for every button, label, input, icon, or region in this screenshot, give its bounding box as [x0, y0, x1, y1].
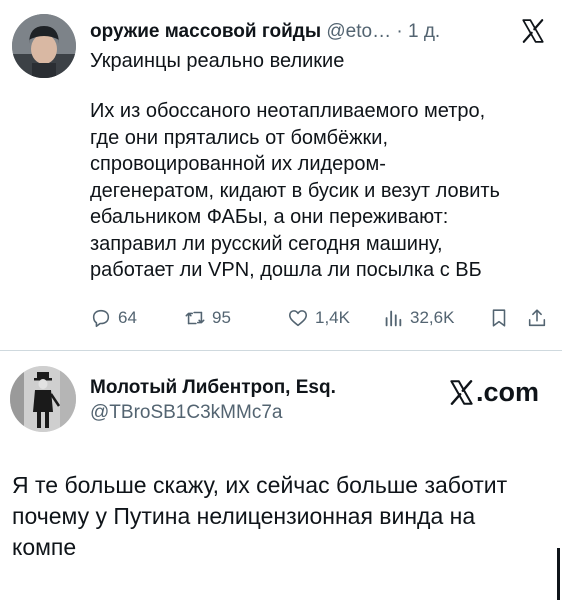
views-button[interactable]: 32,6K: [382, 304, 454, 332]
tweet-body-line: ебальником ФАБы, а они переживают:: [90, 206, 449, 228]
bookmark-button[interactable]: [488, 304, 510, 332]
reply-body-line: почему у Путина нелицензионная винда на: [12, 503, 476, 529]
avatar-image: [10, 366, 76, 432]
tweet-actions: 64 95 1,4K 32,6K: [90, 304, 550, 332]
author-name[interactable]: оружие массовой гойды: [90, 21, 321, 42]
views-icon: [385, 310, 402, 327]
tweet-card: оружие массовой гойды @eto… · 1 д. Украи…: [0, 0, 562, 350]
views-count: 32,6K: [410, 308, 455, 327]
bookmark-icon: [492, 309, 506, 327]
tweet-divider: [0, 350, 562, 351]
tweet-body-line: работает ли VPN, дошла ли посылка с ВБ: [90, 259, 482, 281]
tweet-time[interactable]: 1 д.: [408, 21, 440, 42]
like-count: 1,4K: [315, 308, 350, 327]
reply-author-avatar[interactable]: [10, 366, 76, 432]
reply-icon: [92, 309, 110, 328]
retweet-icon: [185, 311, 205, 325]
scrollbar[interactable]: [557, 548, 560, 600]
brand-text: .com: [476, 376, 540, 407]
author-avatar[interactable]: [12, 14, 76, 78]
reply-button[interactable]: 64: [90, 304, 137, 332]
author-handle[interactable]: @eto…: [326, 21, 391, 42]
like-icon: [288, 310, 308, 327]
reply-body: Я те больше скажу, их сейчас больше забо…: [12, 470, 552, 563]
reply-count: 64: [118, 308, 137, 327]
tweet-body-line: спровоцированной их лидером-: [90, 153, 386, 175]
tweet-body-line: дегенератом, кидают в бусик и везут лови…: [90, 179, 500, 202]
like-button[interactable]: 1,4K: [287, 304, 350, 332]
tweet-body-line: где они прятались от бомбёжки,: [90, 126, 389, 149]
reply-author-handle[interactable]: @TBroSB1C3kMMc7a: [90, 401, 282, 425]
tweet-body-line: заправил ли русский сегодня машину,: [90, 232, 443, 255]
tweet-body: Их из обоссаного неотапливаемого метро, …: [90, 98, 550, 284]
avatar-image: [12, 14, 76, 78]
tweet-header: оружие массовой гойды @eto… · 1 д.: [90, 20, 440, 44]
x-logo-icon: [522, 19, 544, 43]
tweet-body-line: Их из обоссаного неотапливаемого метро,: [90, 100, 486, 122]
x-com-brand: .com: [448, 375, 539, 409]
reply-body-line: Я те больше скажу, их сейчас больше забо…: [12, 472, 508, 498]
x-logo-icon: [450, 379, 473, 405]
reply-body-line: компе: [12, 534, 77, 560]
retweet-count: 95: [212, 308, 231, 327]
share-button[interactable]: [526, 304, 548, 332]
share-icon: [528, 309, 546, 327]
header-separator: ·: [396, 21, 403, 42]
retweet-button[interactable]: 95: [184, 304, 231, 332]
tweet-subtitle: Украинцы реально великие: [90, 50, 345, 72]
reply-author-name[interactable]: Молотый Либентроп, Esq.: [90, 376, 336, 400]
